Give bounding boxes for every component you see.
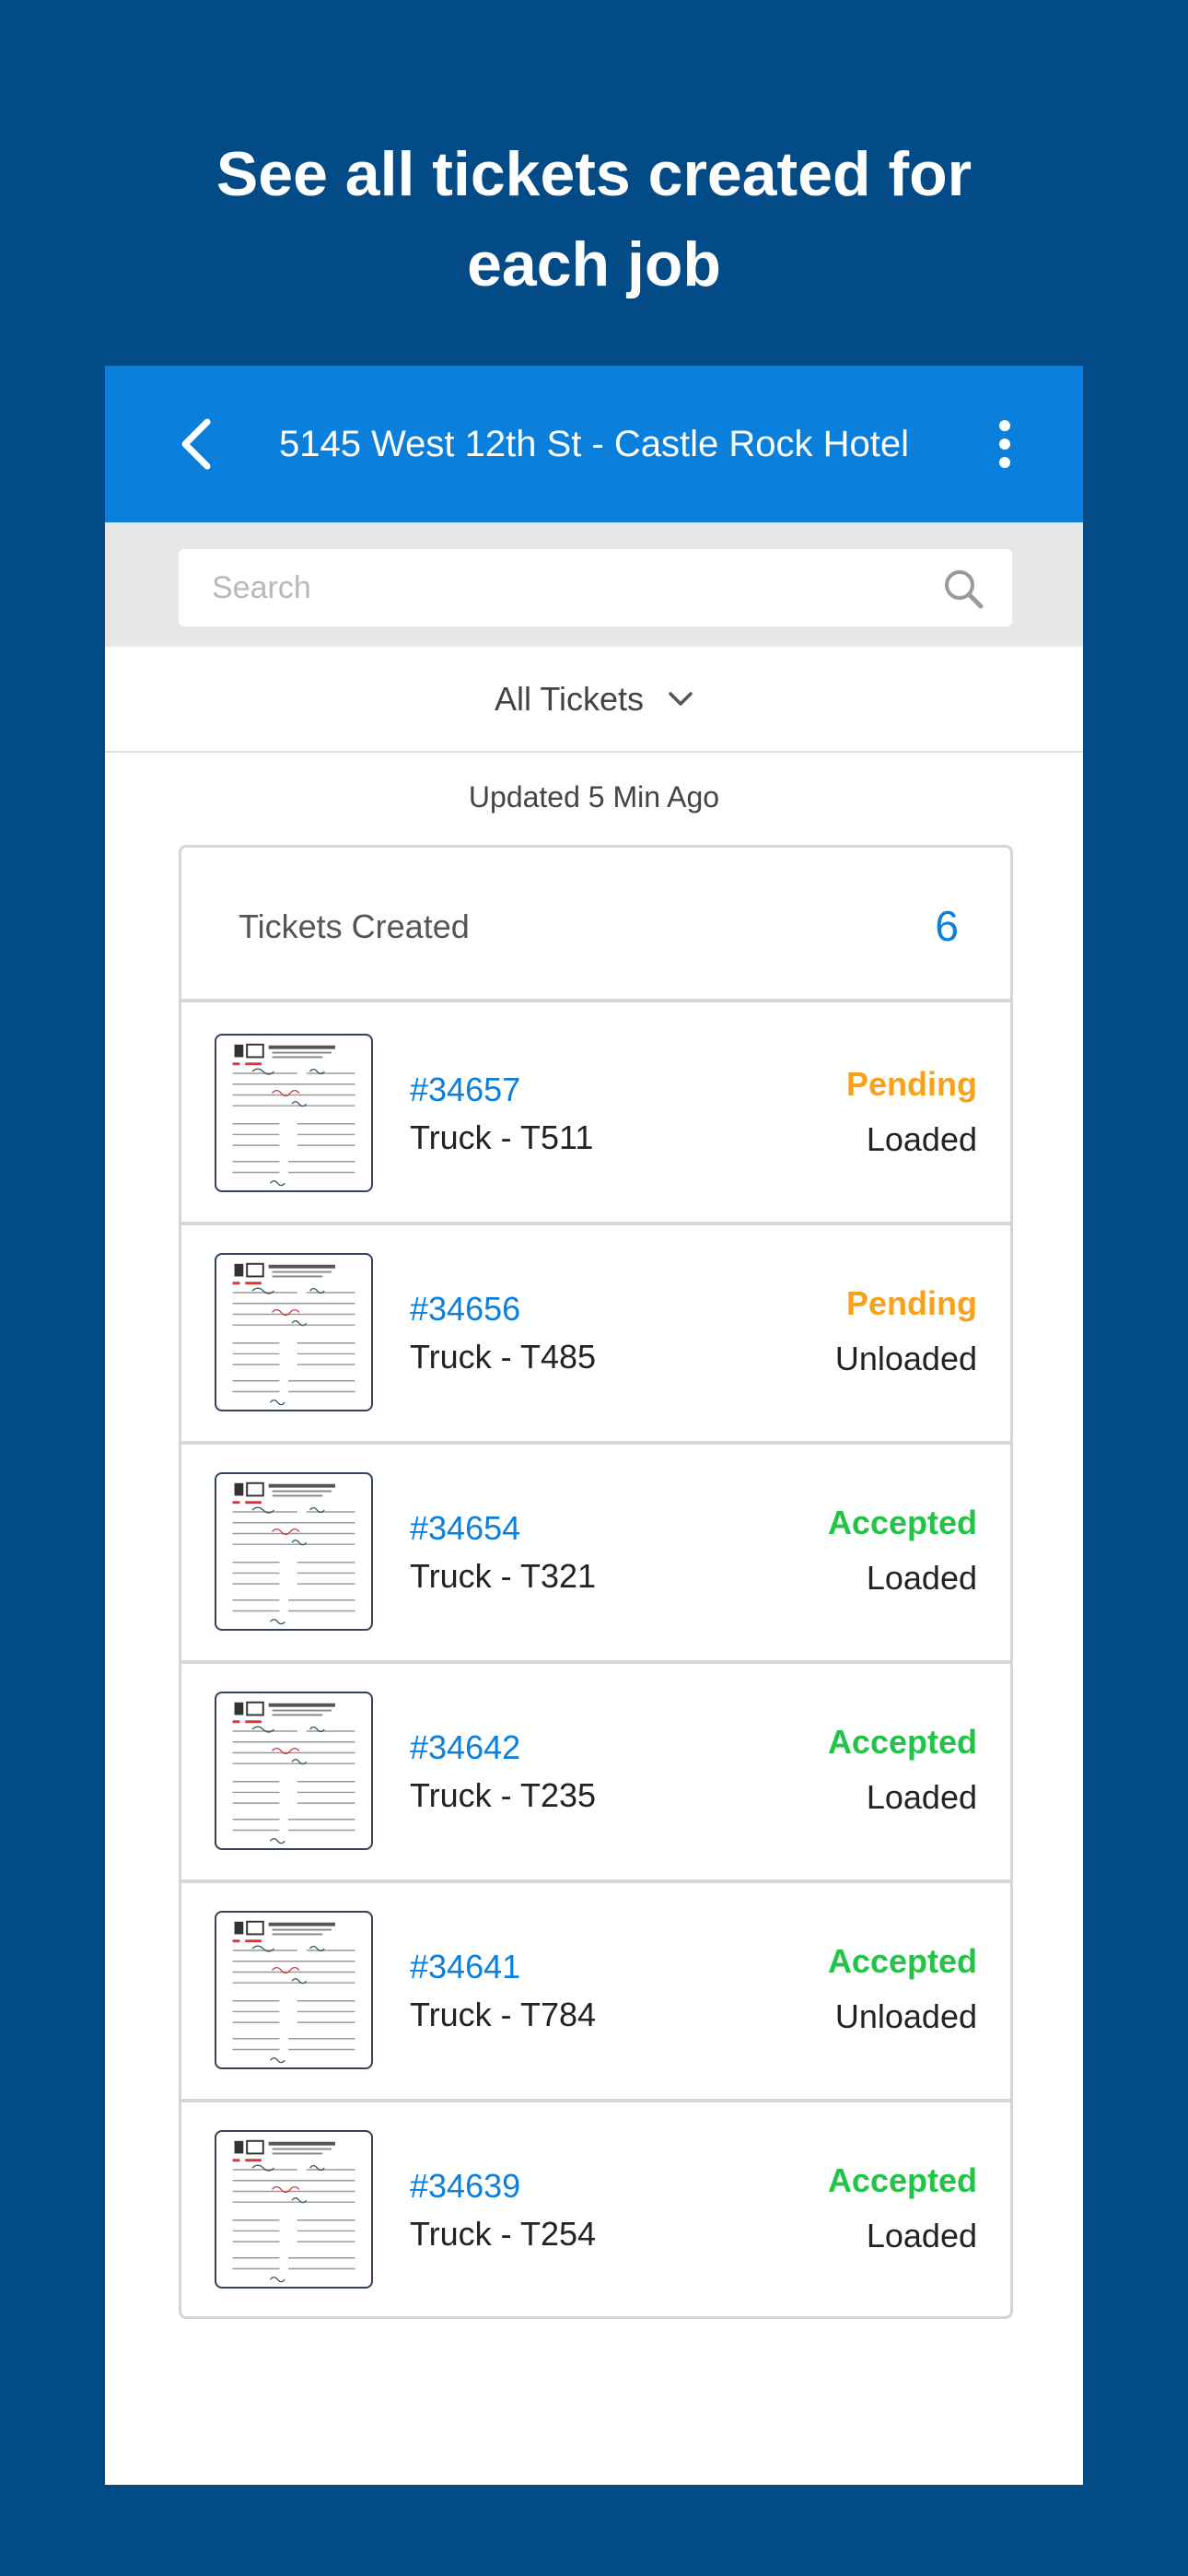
ticket-row[interactable]: #34654 Truck - T321 Accepted Loaded — [181, 1445, 1010, 1664]
ticket-document-icon — [232, 1043, 355, 1187]
tickets-created-count: 6 — [935, 902, 959, 950]
back-button[interactable] — [164, 412, 228, 476]
chevron-down-icon — [669, 691, 693, 706]
last-updated-text: Updated 5 Min Ago — [468, 780, 720, 814]
ticket-list: #34657 Truck - T511 Pending Loaded #3465… — [181, 1006, 1010, 2316]
ticket-status: Accepted — [827, 2161, 977, 2199]
ticket-truck: Truck - T321 — [410, 1557, 597, 1595]
ticket-document-icon — [232, 1701, 355, 1844]
ticket-document-icon — [232, 1262, 355, 1406]
ticket-truck: Truck - T511 — [410, 1118, 594, 1156]
filter-row: All Tickets — [105, 647, 1083, 753]
ticket-document-icon — [232, 2139, 355, 2283]
ticket-truck: Truck - T485 — [410, 1338, 597, 1376]
ticket-status: Pending — [846, 1065, 977, 1103]
search-bar-area — [105, 522, 1083, 647]
more-menu-button[interactable] — [973, 412, 1037, 476]
tickets-card: Tickets Created 6 #34657 Truck - T511 Pe… — [179, 845, 1013, 2319]
page-title: 5145 West 12th St - Castle Rock Hotel — [278, 423, 910, 464]
promo-headline: See all tickets created for each job — [0, 129, 1188, 310]
ticket-thumbnail — [215, 2130, 373, 2289]
ticket-filter-dropdown[interactable]: All Tickets — [495, 680, 693, 719]
ticket-thumbnail — [215, 1692, 373, 1850]
ticket-row[interactable]: #34642 Truck - T235 Accepted Loaded — [181, 1664, 1010, 1883]
ticket-load-state: Unloaded — [834, 1997, 977, 2035]
ticket-thumbnail — [215, 1253, 373, 1411]
ticket-status: Pending — [846, 1284, 977, 1322]
ticket-number[interactable]: #34639 — [410, 2167, 520, 2206]
ticket-load-state: Unloaded — [834, 1340, 977, 1377]
ticket-status: Accepted — [827, 1942, 977, 1980]
promo-headline-line-1: See all tickets created for — [215, 139, 973, 209]
phone-screen: 5145 West 12th St - Castle Rock Hotel Al… — [105, 366, 1083, 2485]
promo-headline-line-2: each job — [467, 229, 721, 299]
ticket-truck: Truck - T254 — [410, 2215, 597, 2253]
ticket-number[interactable]: #34656 — [410, 1290, 520, 1329]
ticket-row[interactable]: #34639 Truck - T254 Accepted Loaded — [181, 2102, 1010, 2316]
ticket-load-state: Loaded — [866, 1778, 977, 1816]
ticket-number[interactable]: #34642 — [410, 1728, 520, 1767]
ticket-document-icon — [232, 1481, 355, 1625]
ticket-truck: Truck - T784 — [410, 1996, 597, 2033]
tickets-created-label: Tickets Created — [239, 907, 470, 945]
ticket-row[interactable]: #34656 Truck - T485 Pending Unloaded — [181, 1225, 1010, 1445]
filter-selected-label: All Tickets — [494, 679, 645, 718]
ticket-thumbnail — [215, 1034, 373, 1192]
app-bar: 5145 West 12th St - Castle Rock Hotel — [105, 366, 1083, 522]
chevron-left-icon — [181, 418, 211, 470]
more-vertical-icon — [999, 420, 1010, 468]
ticket-number[interactable]: #34657 — [410, 1071, 520, 1109]
ticket-document-icon — [232, 1920, 355, 2064]
ticket-load-state: Loaded — [866, 1120, 977, 1158]
search-input[interactable] — [179, 549, 934, 626]
search-icon[interactable] — [942, 568, 984, 610]
search-box — [179, 549, 1012, 626]
ticket-number[interactable]: #34641 — [410, 1948, 520, 1986]
ticket-thumbnail — [215, 1911, 373, 2069]
ticket-truck: Truck - T235 — [410, 1776, 597, 1814]
ticket-status: Accepted — [827, 1504, 977, 1541]
ticket-load-state: Loaded — [866, 1559, 977, 1597]
ticket-row[interactable]: #34641 Truck - T784 Accepted Unloaded — [181, 1883, 1010, 2102]
ticket-thumbnail — [215, 1472, 373, 1631]
ticket-load-state: Loaded — [866, 2217, 977, 2254]
ticket-row[interactable]: #34657 Truck - T511 Pending Loaded — [181, 1006, 1010, 1225]
ticket-number[interactable]: #34654 — [410, 1509, 520, 1548]
tickets-summary: Tickets Created 6 — [181, 848, 1010, 1002]
ticket-status: Accepted — [827, 1723, 977, 1761]
